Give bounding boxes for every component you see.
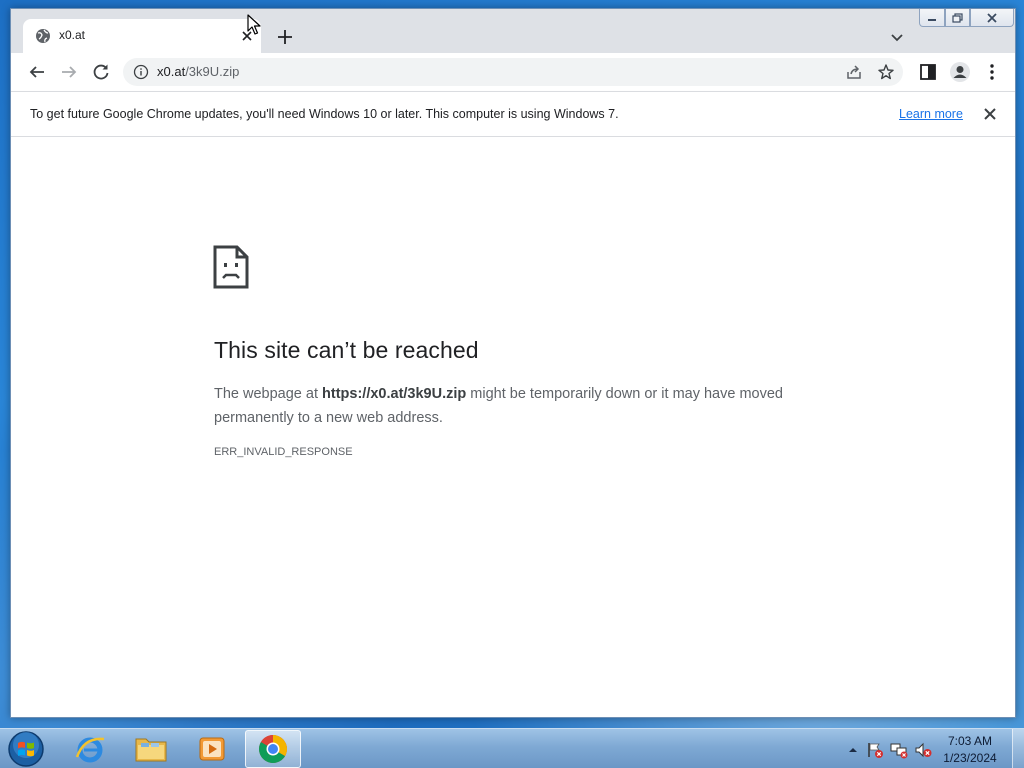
window-controls bbox=[919, 9, 1015, 29]
clock-time[interactable]: 7:03 AM bbox=[938, 734, 1002, 748]
reload-icon[interactable] bbox=[89, 60, 113, 84]
error-code: ERR_INVALID_RESPONSE bbox=[214, 446, 353, 458]
mouse-cursor-icon bbox=[247, 14, 261, 35]
address-bar[interactable]: x0.at/3k9U.zip bbox=[123, 58, 903, 86]
taskbar-file-explorer[interactable] bbox=[123, 730, 179, 768]
clock-date[interactable]: 1/23/2024 bbox=[938, 751, 1002, 765]
error-title: This site can’t be reached bbox=[214, 337, 479, 363]
close-icon bbox=[987, 12, 997, 23]
taskbar-media-player[interactable] bbox=[184, 730, 240, 768]
minimize-button[interactable] bbox=[919, 9, 945, 27]
sad-page-icon bbox=[213, 245, 249, 289]
close-window-button[interactable] bbox=[970, 9, 1014, 27]
action-center-flag-icon[interactable] bbox=[866, 741, 884, 759]
tab-title: x0.at bbox=[59, 28, 86, 42]
minimize-icon bbox=[928, 18, 936, 21]
restore-button[interactable] bbox=[945, 9, 970, 27]
taskbar-google-chrome[interactable] bbox=[245, 730, 301, 768]
error-url: https://x0.at/3k9U.zip bbox=[322, 386, 467, 402]
learn-more-link[interactable]: Learn more bbox=[899, 107, 963, 121]
system-tray: 7:03 AM 1/23/2024 bbox=[842, 729, 1024, 768]
update-infobar: To get future Google Chrome updates, you… bbox=[11, 91, 1015, 137]
taskbar-internet-explorer[interactable] bbox=[62, 730, 118, 768]
tab-search-chevron-icon[interactable] bbox=[887, 27, 907, 47]
profile-avatar-icon[interactable] bbox=[948, 60, 972, 84]
show-hidden-icons-arrow-icon[interactable] bbox=[844, 741, 862, 759]
volume-muted-icon[interactable] bbox=[914, 741, 932, 759]
globe-icon bbox=[36, 29, 50, 43]
error-description: The webpage at https://x0.at/3k9U.zip mi… bbox=[214, 382, 834, 430]
url-path: /3k9U.zip bbox=[185, 64, 240, 79]
back-arrow-icon[interactable] bbox=[25, 60, 49, 84]
new-tab-plus-icon[interactable] bbox=[273, 25, 297, 49]
menu-kebab-icon[interactable] bbox=[980, 60, 1004, 84]
url-host: x0.at bbox=[157, 64, 186, 79]
forward-arrow-icon[interactable] bbox=[57, 60, 81, 84]
show-desktop-button[interactable] bbox=[1012, 729, 1024, 768]
chrome-icon bbox=[259, 735, 287, 763]
navigation-toolbar: x0.at/3k9U.zip bbox=[11, 53, 1015, 91]
bookmark-star-icon[interactable] bbox=[877, 63, 895, 81]
taskbar: 7:03 AM 1/23/2024 bbox=[0, 728, 1024, 768]
info-icon[interactable] bbox=[133, 64, 149, 80]
infobar-message: To get future Google Chrome updates, you… bbox=[30, 107, 619, 121]
error-page: This site can’t be reached The webpage a… bbox=[11, 137, 1015, 717]
error-desc-prefix: The webpage at bbox=[214, 386, 323, 402]
media-player-icon bbox=[199, 737, 225, 761]
share-icon[interactable] bbox=[845, 63, 863, 81]
tab-strip: x0.at bbox=[11, 9, 1015, 53]
restore-icon bbox=[951, 12, 963, 23]
chrome-window: x0.at x0.at/3k9U.zip To get future Googl… bbox=[10, 8, 1016, 718]
side-panel-icon[interactable] bbox=[916, 60, 940, 84]
start-button-windows-icon[interactable] bbox=[6, 730, 46, 768]
url-text[interactable]: x0.at/3k9U.zip bbox=[157, 64, 239, 79]
infobar-close-icon[interactable] bbox=[981, 105, 999, 123]
tab-x0-at[interactable]: x0.at bbox=[23, 19, 261, 53]
internet-explorer-icon bbox=[75, 737, 105, 763]
folder-icon bbox=[135, 738, 167, 762]
network-icon[interactable] bbox=[890, 741, 908, 759]
